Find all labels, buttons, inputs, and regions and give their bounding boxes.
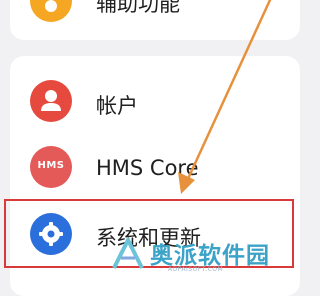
watermark-name: 奥派软件园	[150, 243, 270, 269]
watermark-url: AOPAISOFT.COM	[168, 266, 224, 273]
watermark-logo-icon	[112, 238, 144, 269]
watermark: 奥派软件园 AOPAISOFT.COM	[110, 236, 300, 286]
